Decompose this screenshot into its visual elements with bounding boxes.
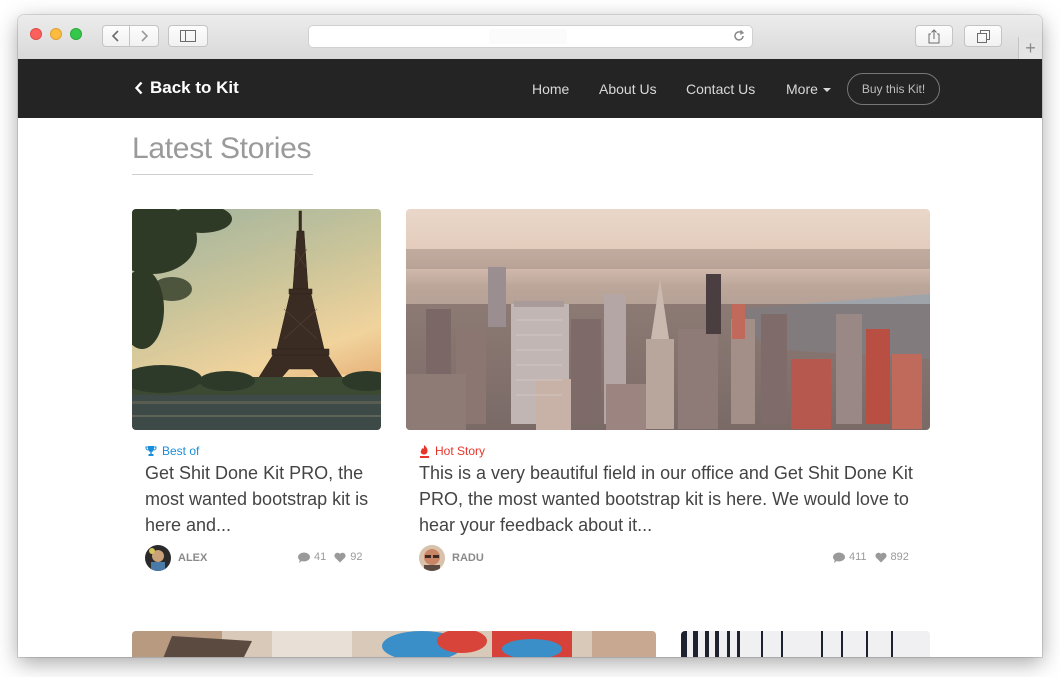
share-button[interactable] (915, 25, 953, 47)
story-image-architecture[interactable] (681, 631, 930, 657)
minimize-window-button[interactable] (50, 28, 62, 40)
nav-more-dropdown[interactable]: More (786, 81, 831, 97)
avatar (145, 545, 171, 571)
like-count: 892 (890, 551, 909, 563)
browser-window: + Back to Kit Home About Us Contact Us M… (18, 15, 1042, 657)
story-author[interactable]: RADU (419, 545, 484, 571)
nav-about-us[interactable]: About Us (599, 81, 657, 97)
comment-count: 41 (314, 551, 327, 563)
trophy-icon (145, 446, 157, 456)
heart-icon (874, 552, 887, 562)
heart-icon (334, 552, 346, 562)
brand-label: Back to Kit (150, 78, 239, 97)
story-author[interactable]: ALEX (145, 545, 207, 571)
new-tab-button[interactable]: + (1018, 37, 1042, 59)
site-navbar: Back to Kit Home About Us Contact Us Mor… (18, 59, 1042, 118)
close-window-button[interactable] (30, 28, 42, 40)
sidebar-toggle-button[interactable] (168, 25, 208, 47)
title-underline (132, 174, 313, 175)
sidebar-icon (180, 30, 196, 42)
back-to-kit-link[interactable]: Back to Kit (134, 78, 239, 98)
author-name: RADU (452, 552, 484, 564)
comment-count: 411 (849, 551, 867, 563)
caret-down-icon (822, 88, 831, 93)
story-image-city-skyline[interactable] (406, 209, 930, 430)
story-title[interactable]: This is a very beautiful field in our of… (419, 460, 929, 538)
nav-contact-us[interactable]: Contact Us (686, 81, 755, 97)
plus-icon: + (1025, 37, 1036, 58)
story-title[interactable]: Get Shit Done Kit PRO, the most wanted b… (145, 460, 375, 538)
story-stats: 41 92 (298, 551, 363, 563)
tabs-icon (976, 29, 990, 43)
browser-forward-button[interactable] (130, 25, 159, 47)
share-icon (928, 28, 940, 43)
show-tabs-button[interactable] (964, 25, 1002, 47)
story-stats: 411 892 (833, 551, 909, 563)
chevron-right-icon (141, 30, 149, 42)
buy-kit-button[interactable]: Buy this Kit! (847, 73, 940, 105)
comment-icon (833, 552, 845, 563)
nav-home[interactable]: Home (532, 81, 569, 97)
address-bar[interactable] (308, 25, 753, 48)
chevron-left-icon (111, 30, 119, 42)
story-image-eiffel-tower[interactable] (132, 209, 381, 430)
avatar (419, 545, 445, 571)
like-count: 92 (350, 551, 363, 563)
address-text (489, 29, 567, 44)
nav-more-label: More (786, 81, 818, 97)
story-tag-label: Hot Story (435, 444, 486, 458)
chevron-left-icon (134, 81, 143, 95)
reload-icon[interactable] (732, 29, 746, 48)
zoom-window-button[interactable] (70, 28, 82, 40)
browser-toolbar: + (18, 15, 1042, 60)
story-tag[interactable]: Best of (145, 444, 199, 458)
section-title: Latest Stories (132, 132, 312, 165)
comment-icon (298, 552, 310, 563)
author-name: ALEX (178, 552, 208, 564)
browser-back-button[interactable] (102, 25, 130, 47)
story-tag[interactable]: Hot Story (419, 444, 485, 458)
story-image-workspace[interactable] (132, 631, 656, 657)
fire-icon (420, 444, 429, 458)
story-tag-label: Best of (162, 444, 200, 458)
